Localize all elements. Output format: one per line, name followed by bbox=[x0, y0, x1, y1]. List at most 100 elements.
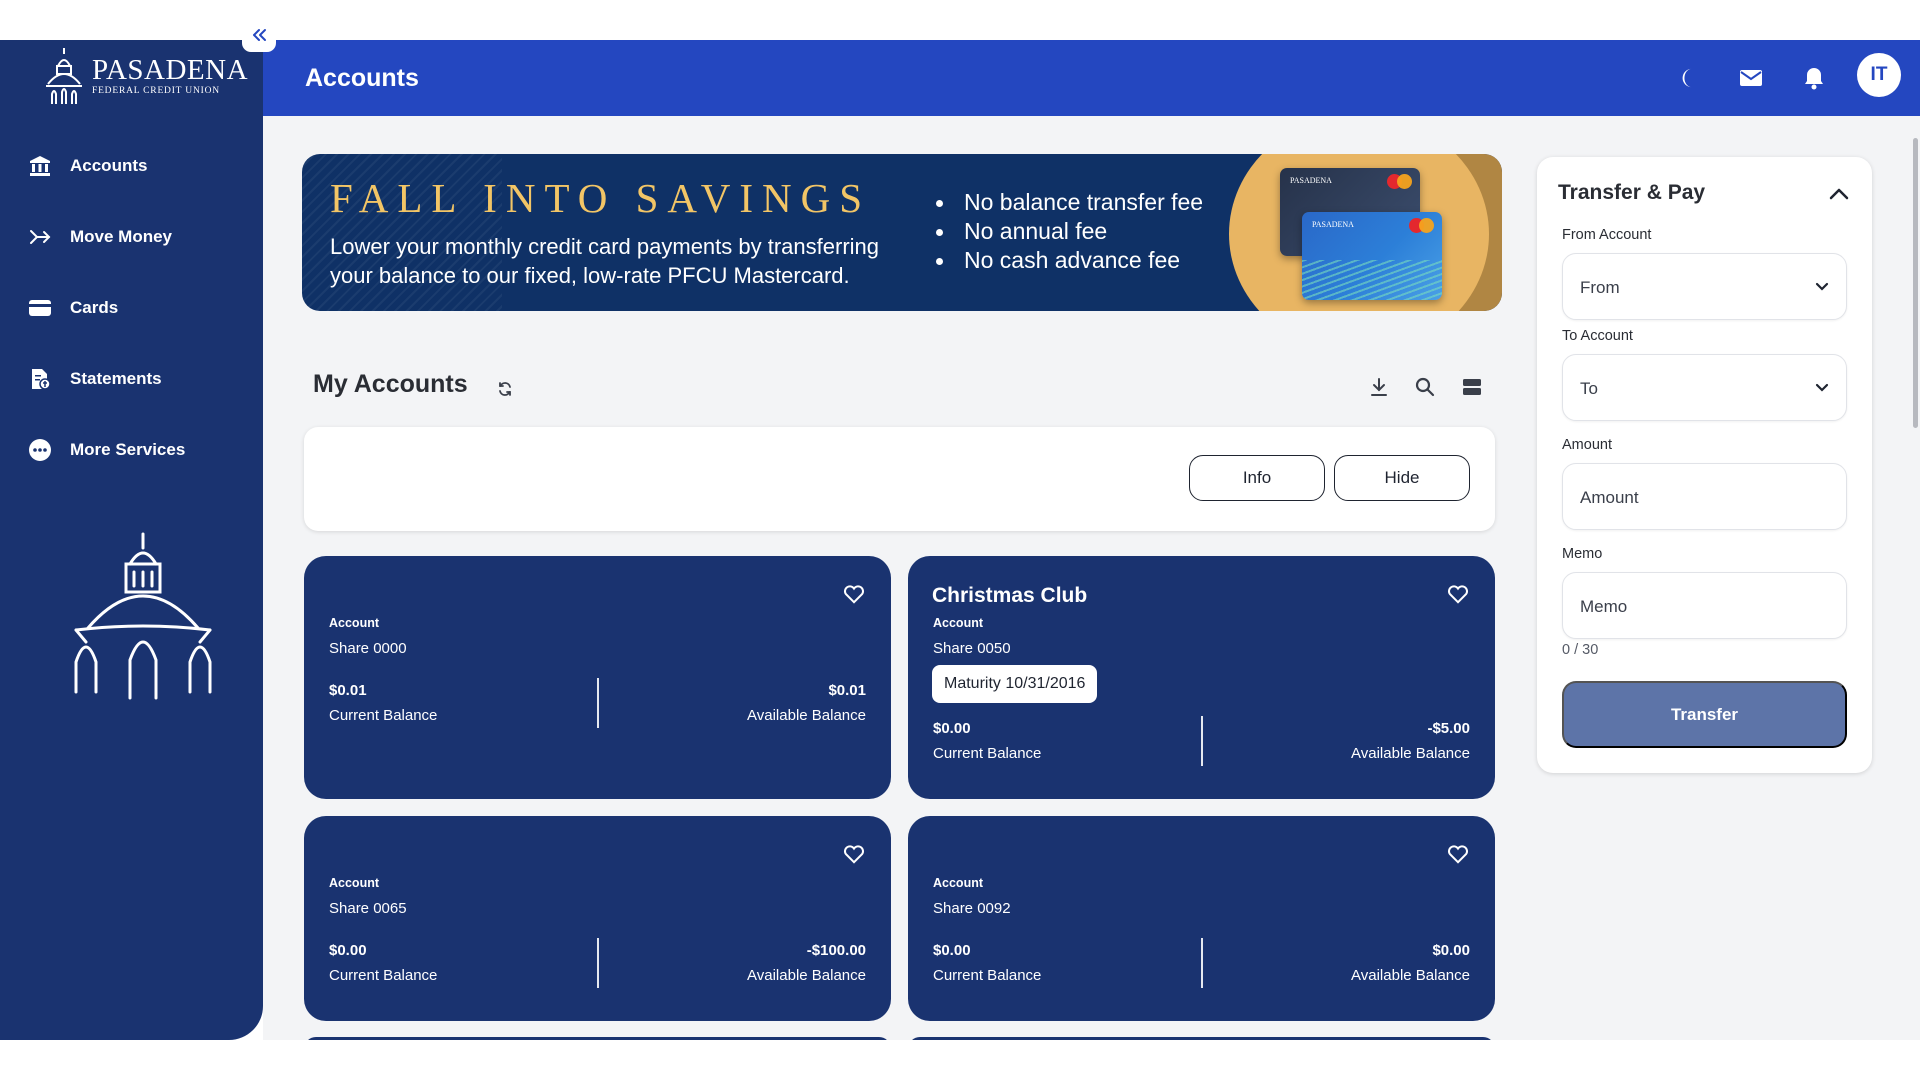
transfer-pay-panel: Transfer & Pay From Account From To Acco… bbox=[1537, 157, 1872, 773]
amount-label: Amount bbox=[1562, 437, 1612, 453]
sidebar-item-more-services[interactable]: More Services bbox=[0, 414, 263, 485]
maturity-badge: Maturity 10/31/2016 bbox=[932, 665, 1098, 703]
available-balance-label: Available Balance bbox=[747, 967, 866, 984]
current-balance: $0.00 bbox=[933, 942, 971, 959]
from-account-select[interactable]: From bbox=[1562, 253, 1847, 320]
notifications-button[interactable] bbox=[1798, 62, 1830, 94]
available-balance: -$5.00 bbox=[1427, 720, 1470, 737]
transfer-button[interactable]: Transfer bbox=[1562, 681, 1847, 748]
brand-name: PASADENA bbox=[92, 53, 249, 86]
download-icon bbox=[1371, 378, 1387, 396]
rewards-card-image: PASADENA bbox=[1302, 212, 1442, 300]
current-balance-label: Current Balance bbox=[329, 967, 438, 984]
balance-divider bbox=[597, 938, 599, 988]
balance-divider bbox=[1201, 716, 1203, 766]
credit-card-icon bbox=[29, 299, 51, 316]
view-toggle-button[interactable] bbox=[1459, 374, 1485, 400]
sidebar-item-label: Cards bbox=[70, 297, 119, 317]
bank-icon bbox=[30, 155, 50, 176]
to-account-label: To Account bbox=[1562, 328, 1633, 344]
current-balance: $0.00 bbox=[329, 942, 367, 959]
transfer-panel-title: Transfer & Pay bbox=[1558, 181, 1706, 204]
account-card[interactable]: Account Share 0092 $0.00 Current Balance… bbox=[908, 816, 1495, 1021]
account-number: Share 0050 bbox=[933, 640, 1011, 657]
more-icon bbox=[29, 438, 51, 461]
banner-bullet: No annual fee bbox=[934, 217, 1203, 246]
user-avatar[interactable]: IT bbox=[1857, 53, 1901, 97]
hide-button[interactable]: Hide bbox=[1334, 455, 1470, 501]
my-accounts-title: My Accounts bbox=[313, 370, 468, 398]
account-card[interactable]: Account Share 0000 $0.01 Current Balance… bbox=[304, 556, 891, 799]
brand-logo[interactable]: PASADENA FEDERAL CREDIT UNION bbox=[44, 46, 248, 106]
chevron-up-icon[interactable] bbox=[1828, 183, 1850, 205]
balance-divider bbox=[597, 678, 599, 728]
amount-placeholder: Amount bbox=[1580, 488, 1639, 507]
amount-input[interactable]: Amount bbox=[1562, 463, 1847, 530]
sidebar-item-label: Move Money bbox=[70, 226, 173, 246]
from-account-label: From Account bbox=[1562, 227, 1652, 243]
current-balance-label: Current Balance bbox=[933, 967, 1042, 984]
available-balance: -$100.00 bbox=[806, 942, 866, 959]
building-logo-icon bbox=[46, 48, 82, 104]
statement-icon bbox=[32, 368, 51, 390]
accounts-toolbar: Info Hide bbox=[304, 427, 1495, 531]
move-money-icon bbox=[30, 229, 51, 244]
balance-divider bbox=[1201, 938, 1203, 988]
banner-subtext: Lower your monthly credit card payments … bbox=[330, 234, 880, 288]
sidebar-item-cards[interactable]: Cards bbox=[0, 272, 263, 343]
current-balance: $0.00 bbox=[933, 720, 971, 737]
dark-mode-toggle[interactable] bbox=[1673, 62, 1705, 94]
info-button[interactable]: Info bbox=[1189, 455, 1325, 501]
page-title: Accounts bbox=[305, 64, 419, 92]
memo-label: Memo bbox=[1562, 546, 1603, 562]
collapse-sidebar-button[interactable] bbox=[242, 18, 276, 52]
account-filter-field[interactable] bbox=[318, 453, 640, 509]
dome-illustration-icon bbox=[74, 532, 212, 700]
memo-input[interactable]: Memo bbox=[1562, 572, 1847, 639]
favorite-heart-icon[interactable] bbox=[1447, 584, 1469, 604]
sidebar-item-move-money[interactable]: Move Money bbox=[0, 201, 263, 272]
account-card[interactable]: Account Share 0065 $0.00 Current Balance… bbox=[304, 816, 891, 1021]
list-view-icon bbox=[1463, 379, 1481, 395]
favorite-heart-icon[interactable] bbox=[1447, 844, 1469, 864]
account-type-label: Account bbox=[329, 876, 379, 890]
banner-headline: FALL INTO SAVINGS bbox=[330, 175, 872, 221]
sidebar-item-accounts[interactable]: Accounts bbox=[0, 130, 263, 201]
download-button[interactable] bbox=[1366, 374, 1392, 400]
account-type-label: Account bbox=[933, 616, 983, 630]
sidebar-item-label: Accounts bbox=[70, 155, 148, 175]
to-account-select[interactable]: To bbox=[1562, 354, 1847, 421]
scrollbar-thumb[interactable] bbox=[1913, 138, 1918, 428]
search-button[interactable] bbox=[1412, 374, 1438, 400]
account-card[interactable]: Christmas Club Account Share 0050 Maturi… bbox=[908, 556, 1495, 799]
favorite-heart-icon[interactable] bbox=[843, 844, 865, 864]
account-name: Christmas Club bbox=[932, 584, 1088, 607]
promo-banner[interactable]: FALL INTO SAVINGS Lower your monthly cre… bbox=[302, 154, 1502, 311]
account-number: Share 0065 bbox=[329, 900, 407, 917]
current-balance-label: Current Balance bbox=[933, 745, 1042, 762]
refresh-icon bbox=[499, 382, 511, 396]
banner-bullet: No cash advance fee bbox=[934, 246, 1203, 275]
sidebar-item-statements[interactable]: Statements bbox=[0, 343, 263, 414]
chevron-down-icon bbox=[1815, 282, 1829, 291]
bell-icon bbox=[1805, 68, 1823, 90]
favorite-heart-icon[interactable] bbox=[843, 584, 865, 604]
available-balance-label: Available Balance bbox=[747, 707, 866, 724]
current-balance-label: Current Balance bbox=[329, 707, 438, 724]
messages-button[interactable] bbox=[1735, 62, 1767, 94]
account-type-label: Account bbox=[329, 616, 379, 630]
refresh-button[interactable] bbox=[492, 376, 518, 402]
memo-char-count: 0 / 30 bbox=[1562, 642, 1599, 658]
double-chevron-left-icon bbox=[253, 29, 266, 41]
memo-placeholder: Memo bbox=[1580, 597, 1628, 616]
account-type-label: Account bbox=[933, 876, 983, 890]
available-balance-label: Available Balance bbox=[1351, 967, 1470, 984]
mail-icon bbox=[1740, 70, 1762, 86]
to-account-value: To bbox=[1580, 379, 1598, 398]
brand-tagline: FEDERAL CREDIT UNION bbox=[92, 85, 220, 96]
account-number: Share 0000 bbox=[329, 640, 407, 657]
search-icon bbox=[1415, 377, 1435, 397]
from-account-value: From bbox=[1580, 278, 1620, 297]
sidebar-item-label: More Services bbox=[70, 439, 186, 459]
top-header: Accounts IT bbox=[263, 40, 1920, 116]
